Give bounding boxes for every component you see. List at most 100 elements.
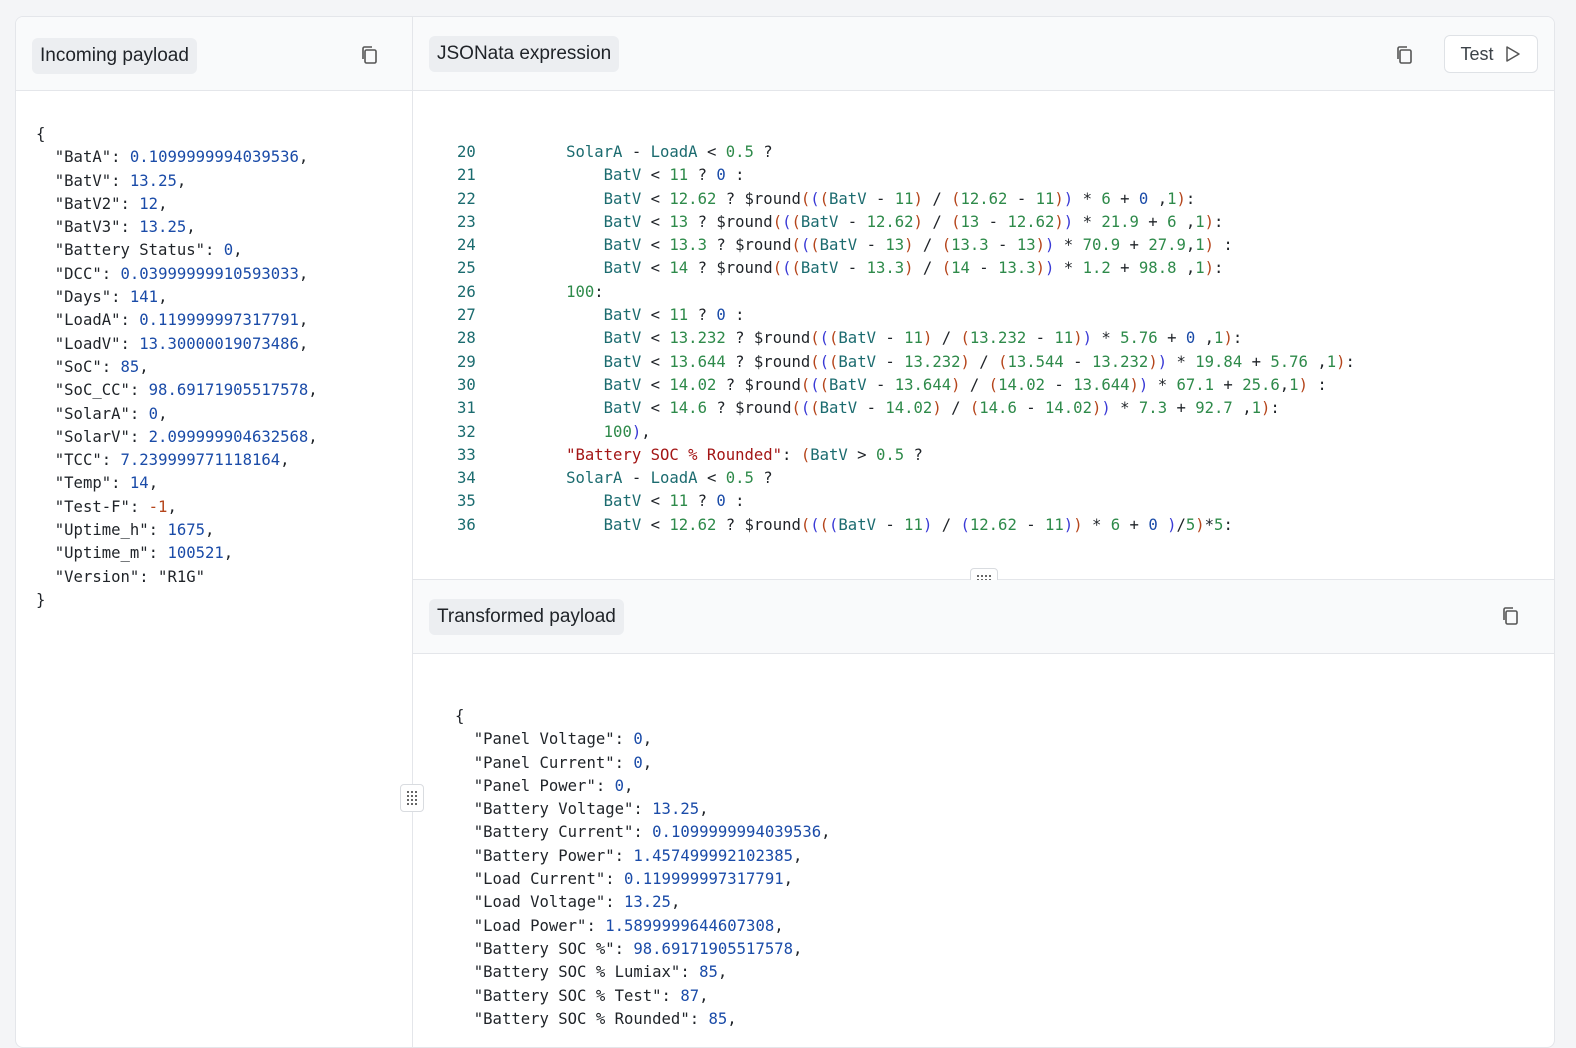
expression-text: 100:: [566, 282, 604, 301]
incoming-payload-line: "Uptime_m": 100521,: [54, 544, 234, 563]
line-number: 29: [457, 352, 476, 371]
transformed-payload-line: "Battery SOC % Rounded": 85,: [473, 1009, 737, 1028]
line-number: 21: [457, 166, 476, 185]
incoming-payload-line: "Test-F": -1,: [54, 497, 177, 516]
expression-text: 100),: [603, 422, 651, 441]
expression-line: 23 BatV < 13 ? $round(((BatV - 12.62) / …: [457, 211, 1355, 234]
expression-text: BatV < 12.62 ? $round(((BatV - 11) / (12…: [603, 189, 1196, 208]
jsonata-expression-header: JSONata expression Test: [413, 17, 1554, 91]
transformed-payload-header: Transformed payload: [413, 580, 1554, 654]
expression-text: SolarA - LoadA < 0.5 ?: [566, 469, 773, 488]
expression-text: BatV < 14.02 ? $round(((BatV - 13.644) /…: [603, 375, 1327, 394]
copy-incoming-button[interactable]: [359, 44, 381, 66]
incoming-payload-line: "TCC": 7.239999771118164,: [54, 451, 290, 470]
copy-icon: [1503, 607, 1518, 625]
expression-text: BatV < 13 ? $round(((BatV - 12.62) / (13…: [603, 212, 1224, 231]
test-button[interactable]: Test: [1444, 35, 1538, 73]
expression-line: 25 BatV < 14 ? $round(((BatV - 13.3) / (…: [457, 257, 1355, 280]
transformed-payload-line: "Panel Current": 0,: [473, 753, 653, 772]
line-number: 32: [457, 422, 476, 441]
copy-icon: [1397, 46, 1412, 64]
line-number: 23: [457, 212, 476, 231]
expression-text: BatV < 14.6 ? $round(((BatV - 14.02) / (…: [603, 399, 1280, 418]
play-icon: [1505, 46, 1520, 62]
incoming-payload-line: "SolarA": 0,: [54, 404, 168, 423]
copy-transformed-button[interactable]: [1500, 605, 1522, 627]
incoming-payload-line: "Days": 141,: [54, 288, 168, 307]
copy-expression-button[interactable]: [1394, 44, 1416, 66]
incoming-payload-line: "Battery Status": 0,: [54, 241, 243, 260]
transformed-payload-line: "Panel Voltage": 0,: [473, 730, 653, 749]
expression-text: BatV < 13.3 ? $round(((BatV - 13) / (13.…: [603, 236, 1233, 255]
expression-line: 33 "Battery SOC % Rounded": (BatV > 0.5 …: [457, 444, 1355, 467]
test-button-label: Test: [1460, 43, 1494, 64]
incoming-payload-line: "LoadA": 0.119999997317791,: [54, 311, 309, 330]
transformed-payload-code[interactable]: { "Panel Voltage": 0, "Panel Current": 0…: [455, 705, 831, 1031]
incoming-payload-line: "SolarV": 2.099999904632568,: [54, 427, 318, 446]
expression-text: SolarA - LoadA < 0.5 ?: [566, 143, 773, 161]
incoming-payload-line: "LoadV": 13.30000019073486,: [54, 334, 309, 353]
transformed-payload-line: "Battery SOC %": 98.69171905517578,: [473, 939, 803, 958]
expression-line: 28 BatV < 13.232 ? $round(((BatV - 11) /…: [457, 327, 1355, 350]
expression-text: BatV < 13.644 ? $round(((BatV - 13.232) …: [603, 352, 1355, 371]
expression-text: BatV < 14 ? $round(((BatV - 13.3) / (14 …: [603, 259, 1224, 278]
line-number: 36: [457, 515, 476, 534]
transformed-payload-title: Transformed payload: [429, 599, 624, 635]
expression-line: 21 BatV < 11 ? 0 :: [457, 164, 1355, 187]
incoming-payload-header: Incoming payload: [16, 17, 412, 91]
expression-text: BatV < 12.62 ? $round((((BatV - 11) / (1…: [603, 515, 1233, 534]
transformed-payload-line: "Load Power": 1.5899999644607308,: [473, 916, 784, 935]
transformed-payload-line: "Battery SOC % Test": 87,: [473, 986, 709, 1005]
transformed-payload-line: "Battery Voltage": 13.25,: [473, 800, 709, 819]
expression-line: 24 BatV < 13.3 ? $round(((BatV - 13) / (…: [457, 234, 1355, 257]
expression-line: 20 SolarA - LoadA < 0.5 ?: [457, 141, 1355, 164]
incoming-payload-title: Incoming payload: [32, 38, 197, 74]
line-number: 22: [457, 189, 476, 208]
line-number: 35: [457, 492, 476, 511]
incoming-payload-line: "BatV2": 12,: [54, 194, 168, 213]
expression-text: BatV < 11 ? 0 :: [603, 492, 745, 511]
transformed-payload-line: "Load Voltage": 13.25,: [473, 893, 681, 912]
transformed-payload-line: "Battery Power": 1.457499992102385,: [473, 846, 803, 865]
expression-text: BatV < 11 ? 0 :: [603, 166, 745, 185]
expression-line: 22 BatV < 12.62 ? $round(((BatV - 11) / …: [457, 188, 1355, 211]
transformed-payload-line: "Load Current": 0.119999997317791,: [473, 870, 793, 889]
expression-line: 26 100:: [457, 281, 1355, 304]
expression-line: 36 BatV < 12.62 ? $round((((BatV - 11) /…: [457, 514, 1355, 537]
expression-line: 32 100),: [457, 421, 1355, 444]
line-number: 33: [457, 445, 476, 464]
expression-line: 27 BatV < 11 ? 0 :: [457, 304, 1355, 327]
incoming-payload-line: "Temp": 14,: [54, 474, 159, 493]
expression-line: 35 BatV < 11 ? 0 :: [457, 490, 1355, 513]
jsonata-expression-code[interactable]: 20 SolarA - LoadA < 0.5 ? 21 BatV < 11 ? …: [457, 141, 1355, 537]
incoming-payload-line: "BatV3": 13.25,: [54, 218, 196, 237]
incoming-payload-line: "SoC_CC": 98.69171905517578,: [54, 381, 318, 400]
incoming-payload-pane: Incoming payload { "BatA": 0.10999999940…: [16, 17, 413, 1047]
line-number: 30: [457, 375, 476, 394]
line-number: 34: [457, 469, 476, 488]
line-number: 27: [457, 306, 476, 325]
line-number: 20: [457, 143, 476, 161]
incoming-payload-line: "DCC": 0.03999999910593033,: [54, 264, 309, 283]
expression-text: "Battery SOC % Rounded": (BatV > 0.5 ?: [566, 445, 923, 464]
line-number: 26: [457, 282, 476, 301]
expression-line: 34 SolarA - LoadA < 0.5 ?: [457, 467, 1355, 490]
transformed-payload-line: "Battery Current": 0.1099999994039536,: [473, 823, 831, 842]
incoming-payload-line: "BatV": 13.25,: [54, 171, 187, 190]
incoming-payload-line: "BatA": 0.1099999994039536,: [54, 148, 309, 167]
incoming-payload-line: "SoC": 85,: [54, 357, 149, 376]
incoming-payload-code[interactable]: { "BatA": 0.1099999994039536, "BatV": 13…: [36, 123, 318, 612]
copy-icon: [362, 46, 377, 64]
line-number: 24: [457, 236, 476, 255]
jsonata-expression-title: JSONata expression: [429, 36, 620, 72]
transformed-payload-pane: Transformed payload { "Panel Voltage": 0…: [413, 580, 1554, 1047]
expression-line: 31 BatV < 14.6 ? $round(((BatV - 14.02) …: [457, 397, 1355, 420]
jsonata-expression-pane: JSONata expression Test 20 SolarA - Load…: [413, 17, 1554, 580]
transformed-payload-line: "Battery SOC % Lumiax": 85,: [473, 963, 728, 982]
incoming-payload-line: }: [36, 590, 46, 609]
incoming-payload-line: "Version": "R1G": [54, 567, 205, 586]
line-number: 25: [457, 259, 476, 278]
expression-line: 29 BatV < 13.644 ? $round(((BatV - 13.23…: [457, 351, 1355, 374]
transformed-payload-line: "Panel Power": 0,: [473, 776, 634, 795]
expression-text: BatV < 11 ? 0 :: [603, 306, 745, 325]
